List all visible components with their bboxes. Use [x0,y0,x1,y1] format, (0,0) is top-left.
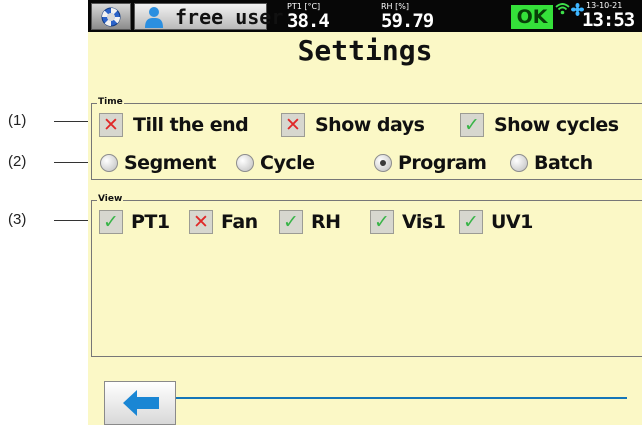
checkbox-label: Till the end [133,114,249,136]
time-group-legend: Time [97,97,124,108]
check-icon: ✓ [459,210,483,234]
callout-leader-line [54,162,92,163]
radio-selected-icon [374,154,392,172]
callout-number: (3) [8,211,27,228]
radio-cycle[interactable]: Cycle [236,150,346,176]
pt1-reading: PT1 [°C] 38.4 [287,2,330,32]
callout-3: (3) [0,210,92,230]
cross-icon: ✕ [281,113,305,137]
checkbox-label: UV1 [491,211,533,233]
callout-2: (2) [0,152,92,172]
radio-unselected-icon [100,154,118,172]
checkbox-label: Vis1 [402,211,446,233]
checkbox-vis1[interactable]: ✓ Vis1 [370,209,450,235]
radio-label: Cycle [260,152,315,174]
radio-batch[interactable]: Batch [510,150,610,176]
home-button[interactable] [91,3,131,30]
pt1-value: 38.4 [287,10,330,32]
cross-icon: ✕ [189,210,213,234]
bottom-divider [176,397,627,399]
checkbox-label: PT1 [131,211,170,233]
time-readout: 13:53 [582,9,635,31]
check-icon: ✓ [460,113,484,137]
check-icon: ✓ [99,210,123,234]
radio-segment[interactable]: Segment [100,150,225,176]
checkbox-label: RH [311,211,341,233]
lifebuoy-icon [101,7,121,27]
checkbox-till-the-end[interactable]: ✕ Till the end [99,112,259,138]
radio-label: Segment [124,152,216,174]
status-ok-badge: OK [511,5,553,29]
checkbox-uv1[interactable]: ✓ UV1 [459,209,539,235]
wifi-icon [555,3,570,15]
time-group: Time ✕ Till the end ✕ Show days ✓ Show c… [91,97,642,180]
radio-label: Batch [534,152,593,174]
view-group-legend: View [97,194,124,205]
rh-reading: RH [%] 59.79 [381,2,434,32]
view-group: View ✓ PT1 ✕ Fan ✓ RH ✓ Vis1 ✓ UV1 [91,194,642,357]
arrow-left-icon [123,390,159,416]
radio-program[interactable]: Program [374,150,499,176]
status-bar: free user PT1 [°C] 38.4 RH [%] 59.79 OK … [88,0,642,32]
checkbox-label: Show days [315,114,425,136]
user-icon [145,7,163,28]
rh-value: 59.79 [381,10,434,32]
callout-1: (1) [0,111,92,131]
check-icon: ✓ [370,210,394,234]
callout-leader-line [54,121,92,122]
page-title: Settings [297,34,433,67]
radio-label: Program [398,152,487,174]
radio-unselected-icon [510,154,528,172]
checkbox-rh[interactable]: ✓ RH [279,209,349,235]
check-icon: ✓ [279,210,303,234]
cross-icon: ✕ [99,113,123,137]
user-button[interactable]: free user [134,3,283,30]
checkbox-fan[interactable]: ✕ Fan [189,209,269,235]
device-screen: free user PT1 [°C] 38.4 RH [%] 59.79 OK … [88,0,642,425]
callout-number: (1) [8,112,27,129]
callout-leader-line [54,220,92,221]
back-button[interactable] [104,381,176,425]
checkbox-label: Show cycles [494,114,619,136]
checkbox-label: Fan [221,211,258,233]
callout-number: (2) [8,153,27,170]
checkbox-show-cycles[interactable]: ✓ Show cycles [460,112,640,138]
checkbox-pt1[interactable]: ✓ PT1 [99,209,179,235]
checkbox-show-days[interactable]: ✕ Show days [281,112,431,138]
radio-unselected-icon [236,154,254,172]
user-label: free user [175,5,284,29]
